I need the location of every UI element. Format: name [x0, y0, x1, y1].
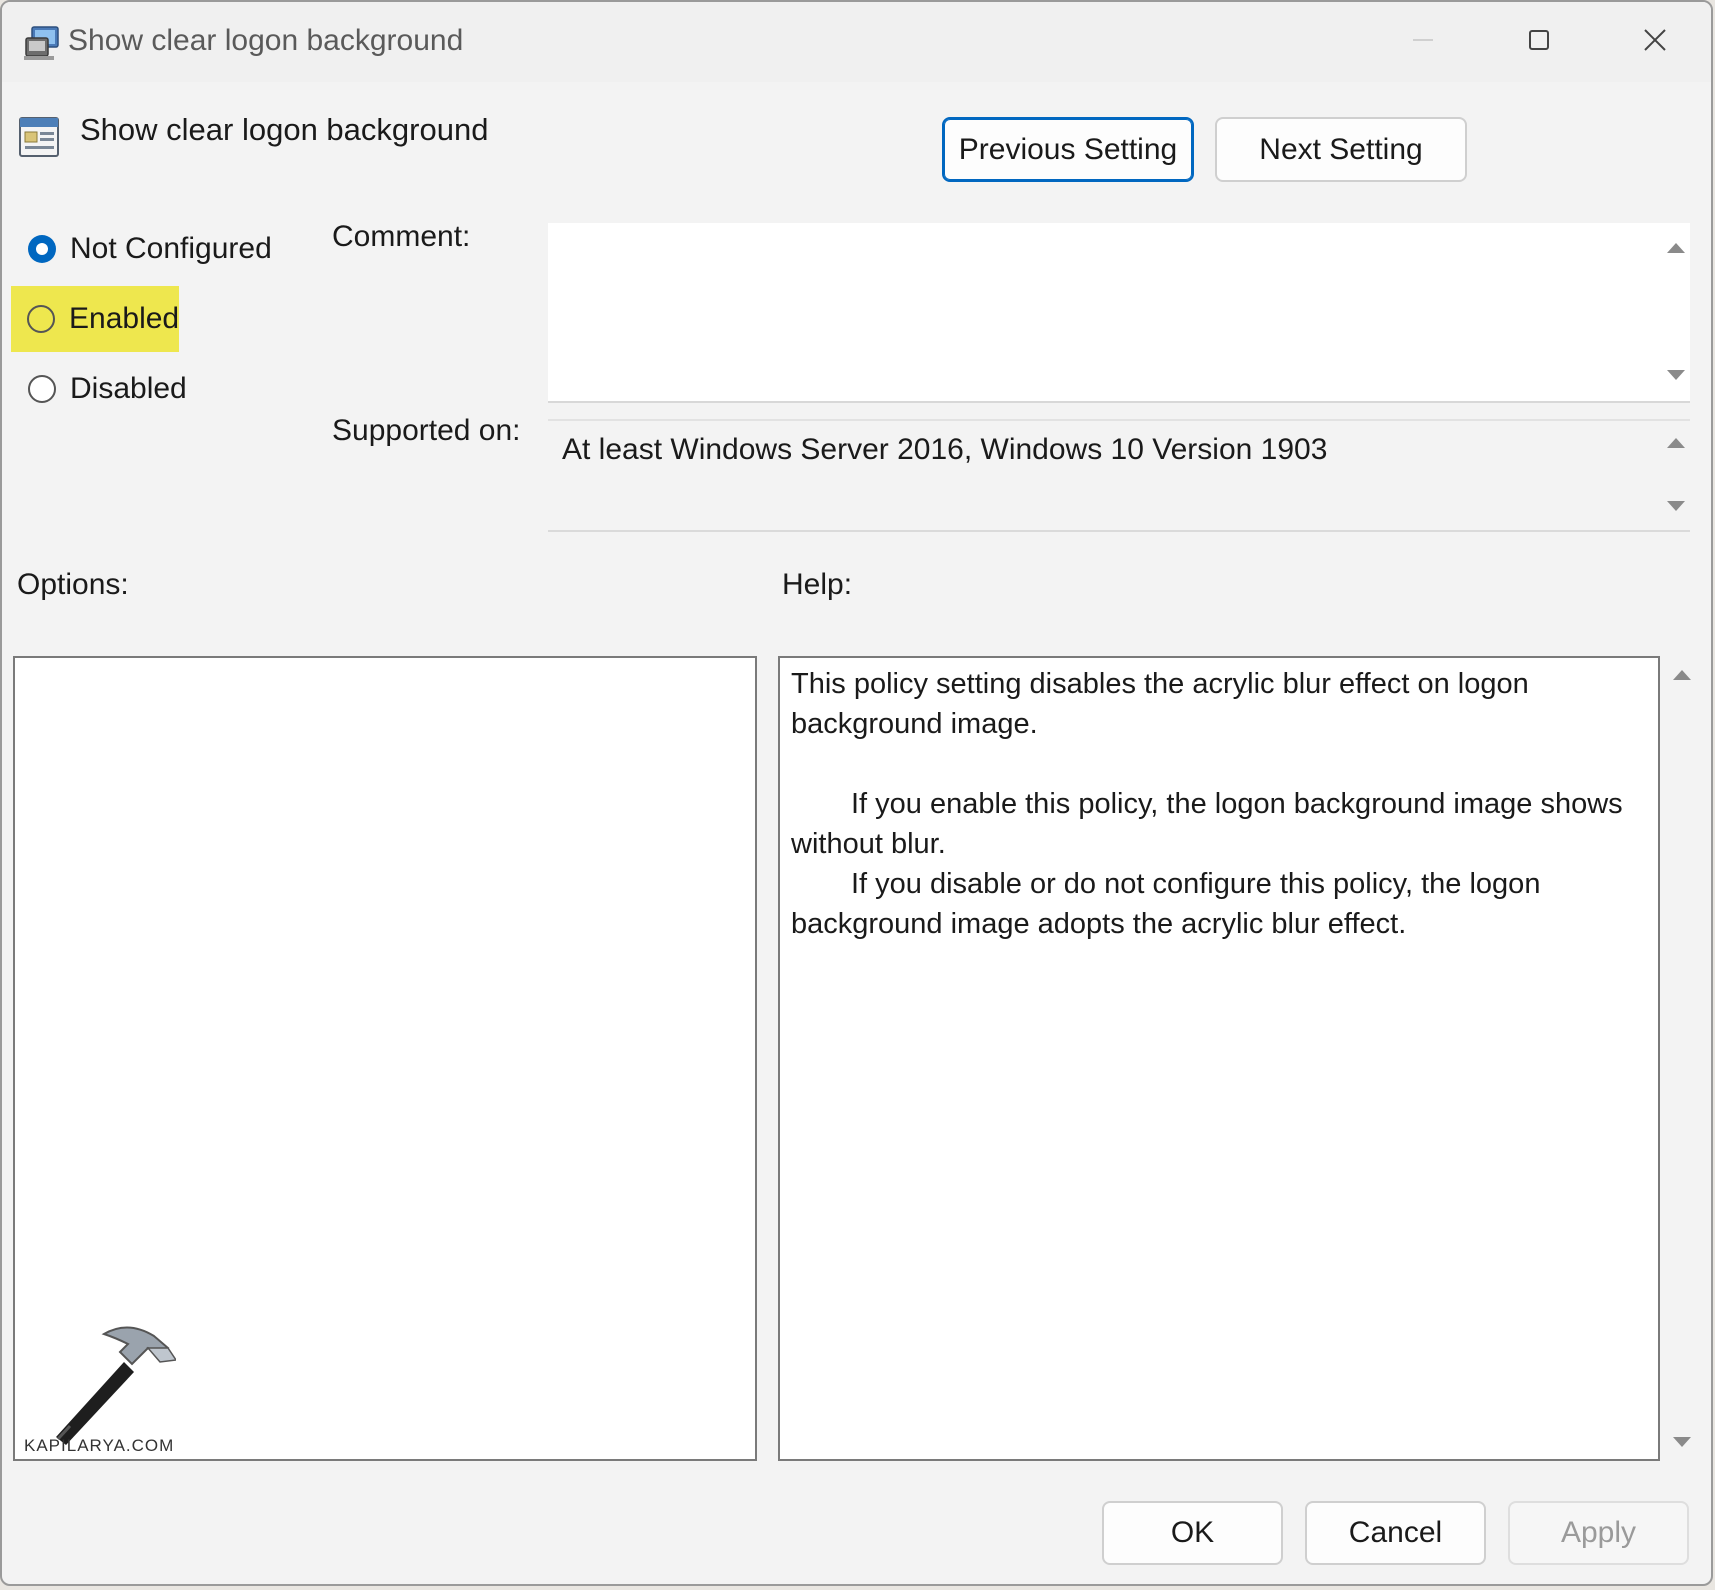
policy-editor-icon [24, 26, 59, 60]
radio-enabled-label: Enabled [69, 302, 180, 335]
help-label: Help: [782, 568, 853, 601]
help-paragraph: If you enable this policy, the logon bac… [791, 788, 1623, 860]
previous-setting-button[interactable]: Previous Setting [942, 117, 1194, 182]
window-title: Show clear logon background [68, 24, 464, 57]
radio-not-configured-label: Not Configured [70, 232, 272, 265]
policy-title: Show clear logon background [80, 112, 489, 147]
scroll-up-icon [1673, 670, 1691, 680]
radio-not-configured-indicator[interactable] [28, 235, 56, 263]
help-scroll-up[interactable] [1672, 668, 1692, 682]
policy-dialog: Show clear logon background Show clear l… [0, 0, 1713, 1586]
scroll-up-icon [1667, 243, 1685, 253]
comment-label: Comment: [332, 220, 471, 253]
close-icon [1644, 29, 1666, 51]
supported-scroll-down[interactable] [1666, 499, 1686, 513]
cancel-button[interactable]: Cancel [1305, 1501, 1486, 1565]
next-setting-button[interactable]: Next Setting [1215, 117, 1467, 182]
watermark-text: KAPILARYA.COM [24, 1436, 175, 1455]
supported-on-label: Supported on: [332, 414, 521, 447]
comment-field[interactable] [548, 223, 1690, 403]
scroll-down-icon [1667, 370, 1685, 380]
help-scroll-down[interactable] [1672, 1435, 1692, 1449]
help-paragraph: If you disable or do not configure this … [791, 868, 1541, 940]
help-text: This policy setting disables the acrylic… [791, 664, 1642, 944]
scroll-up-icon [1667, 438, 1685, 448]
apply-button[interactable]: Apply [1508, 1501, 1689, 1565]
radio-disabled-indicator[interactable] [28, 375, 56, 403]
comment-scroll-up[interactable] [1666, 241, 1686, 255]
radio-disabled[interactable]: Disabled [18, 360, 187, 418]
close-button[interactable] [1600, 12, 1710, 68]
radio-enabled[interactable]: Enabled [11, 286, 179, 352]
radio-not-configured[interactable]: Not Configured [18, 220, 272, 278]
radio-disabled-label: Disabled [70, 372, 187, 405]
comment-scroll-down[interactable] [1666, 368, 1686, 382]
minimize-icon [1413, 39, 1433, 41]
help-panel[interactable]: This policy setting disables the acrylic… [778, 656, 1660, 1461]
help-paragraph: This policy setting disables the acrylic… [791, 668, 1529, 740]
radio-enabled-indicator[interactable] [27, 305, 55, 333]
supported-on-field: At least Windows Server 2016, Windows 10… [548, 419, 1690, 532]
options-label: Options: [17, 568, 129, 601]
maximize-icon [1529, 30, 1549, 50]
scroll-down-icon [1667, 501, 1685, 511]
maximize-button[interactable] [1484, 12, 1594, 68]
minimize-button[interactable] [1368, 12, 1478, 68]
policy-setting-icon [19, 117, 59, 157]
hammer-logo-icon [56, 1326, 176, 1445]
scroll-down-icon [1673, 1437, 1691, 1447]
title-bar[interactable]: Show clear logon background [2, 2, 1711, 82]
ok-button[interactable]: OK [1102, 1501, 1283, 1565]
supported-on-value: At least Windows Server 2016, Windows 10… [562, 433, 1328, 466]
supported-scroll-up[interactable] [1666, 436, 1686, 450]
